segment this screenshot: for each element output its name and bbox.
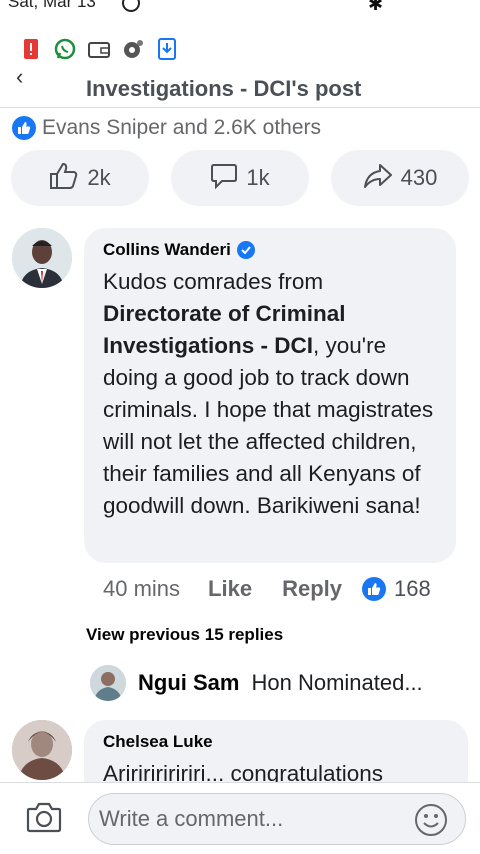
comment-text-end: , you're doing a good job to track down …: [103, 333, 434, 518]
comment-button[interactable]: 1k: [171, 150, 309, 206]
like-count: 2k: [87, 165, 111, 190]
comment-input[interactable]: [88, 793, 466, 845]
share-button[interactable]: 430: [331, 150, 469, 206]
share-count: 430: [400, 165, 438, 190]
reply-author[interactable]: Ngui Sam: [138, 670, 239, 696]
comment-timestamp: 40 mins: [103, 576, 181, 601]
comment-like-button[interactable]: Like: [208, 576, 252, 602]
avatar[interactable]: [12, 228, 72, 288]
like-button[interactable]: 2k: [11, 150, 149, 206]
notification-icons: [20, 36, 178, 62]
comment-reply-button[interactable]: Reply: [282, 576, 342, 602]
comment-reactions[interactable]: 168: [362, 576, 431, 602]
comment-count: 1k: [246, 165, 270, 190]
comment-author-row: Collins Wanderi: [103, 240, 438, 260]
status-bar: Sat, Mar 13 ✱: [0, 0, 480, 28]
comment-text: Kudos comrades from Directorate of Crimi…: [103, 266, 438, 522]
status-time: Sat, Mar 13: [8, 0, 96, 11]
comment-reaction-count: 168: [394, 576, 431, 601]
thumbs-up-icon: [49, 162, 79, 195]
like-reaction-icon: [362, 577, 386, 601]
view-previous-replies-link[interactable]: View previous 15 replies: [86, 625, 283, 645]
comment-bubble-icon: [210, 162, 238, 195]
post-header: ‹ Investigations - DCI's post: [0, 64, 480, 108]
comment-author[interactable]: Collins Wanderi: [103, 240, 231, 260]
reply-avatar[interactable]: [90, 665, 126, 701]
comment-author[interactable]: Chelsea Luke: [103, 732, 213, 752]
page-title: Investigations - DCI's post: [86, 76, 362, 101]
reactions-text: Evans Sniper and 2.6K others: [42, 116, 322, 139]
alarm-clock-icon: [122, 0, 140, 12]
camera-icon[interactable]: [26, 801, 62, 838]
wallet-icon: [88, 38, 110, 60]
latest-reply[interactable]: Ngui Sam Hon Nominated...: [138, 670, 423, 696]
verified-badge-icon: [236, 241, 255, 259]
comment-meta: 40 mins Like Reply 168: [103, 574, 431, 604]
download-icon: [156, 38, 178, 60]
back-arrow-icon[interactable]: ‹: [16, 64, 23, 90]
emoji-icon[interactable]: [414, 803, 448, 842]
avatar[interactable]: [12, 720, 72, 780]
comment-text-start: Kudos comrades from: [103, 269, 324, 294]
comment-bubble[interactable]: Collins Wanderi Kudos comrades from Dire…: [84, 228, 456, 563]
podcast-icon: [122, 38, 144, 60]
settings-gear-icon: ✱: [368, 0, 384, 14]
page-mention-link[interactable]: Directorate of Criminal Investigations -…: [103, 301, 346, 358]
whatsapp-icon: [54, 38, 76, 60]
comment-author-row: Chelsea Luke: [103, 732, 450, 752]
share-arrow-icon: [363, 163, 393, 194]
alert-icon: [20, 38, 42, 60]
reactions-summary[interactable]: Evans Sniper and 2.6K others: [12, 116, 321, 140]
reply-preview-text: Hon Nominated...: [251, 670, 423, 695]
like-reaction-icon: [12, 116, 36, 140]
comment-composer: [0, 782, 480, 854]
